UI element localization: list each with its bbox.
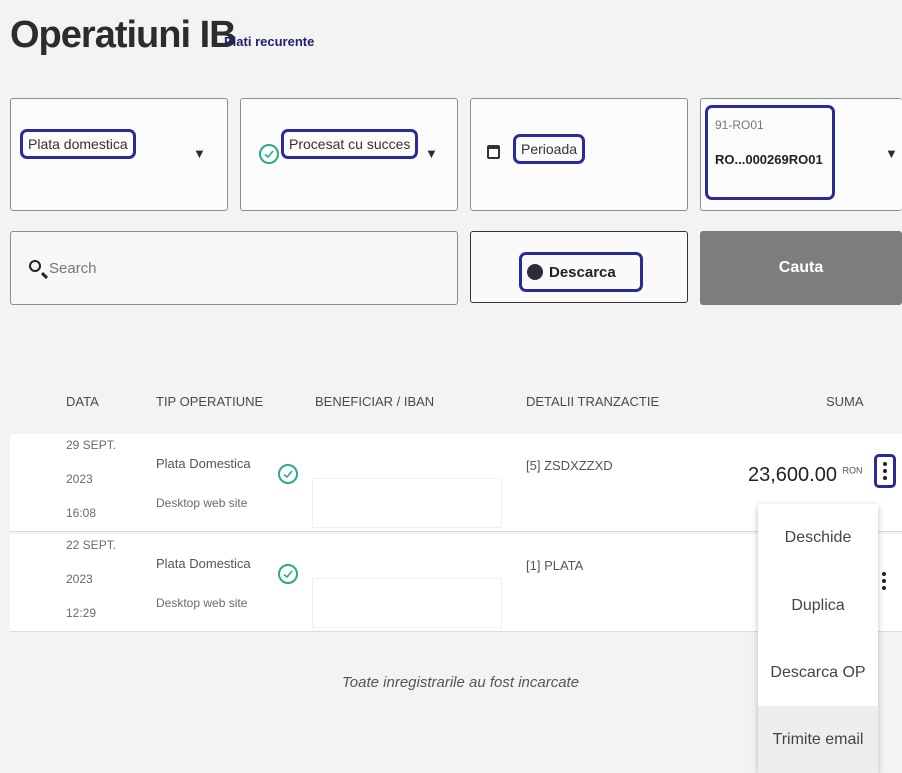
period-value: Perioada xyxy=(513,134,586,164)
download-highlight: Descarca xyxy=(519,252,643,292)
row-channel: Desktop web site xyxy=(156,496,248,510)
page-title: Operatiuni IB xyxy=(10,14,237,56)
amount-value: 23,600.00 xyxy=(748,464,837,486)
kebab-dot xyxy=(883,469,887,473)
calendar-icon xyxy=(487,145,500,159)
menu-item-download-op[interactable]: Descarca OP xyxy=(758,640,878,706)
chevron-down-icon: ▼ xyxy=(193,146,206,161)
column-header-beneficiary[interactable]: BENEFICIAR / IBAN xyxy=(315,394,434,409)
row-date: 22 SEPT. xyxy=(66,538,117,552)
row-type: Plata Domestica xyxy=(156,556,251,571)
period-picker[interactable]: Perioada xyxy=(470,98,688,211)
account-code: 91-RO01 xyxy=(715,118,764,132)
search-icon xyxy=(29,260,41,272)
row-details: [5] ZSDXZZXD xyxy=(526,458,613,473)
chevron-down-icon: ▼ xyxy=(885,146,898,161)
row-actions-button[interactable] xyxy=(882,572,886,590)
kebab-dot xyxy=(883,476,887,480)
row-year: 2023 xyxy=(66,572,93,586)
status-select[interactable]: Procesat cu succes ▼ xyxy=(240,98,458,211)
chevron-down-icon: ▼ xyxy=(425,146,438,161)
row-year: 2023 xyxy=(66,472,93,486)
search-icon-handle xyxy=(40,271,49,280)
account-highlight: 91-RO01 RO...000269RO01 xyxy=(705,105,835,200)
row-time: 16:08 xyxy=(66,506,97,520)
currency: RON xyxy=(842,465,863,476)
account-select[interactable]: 91-RO01 RO...000269RO01 ▼ xyxy=(700,98,902,211)
row-amount: 23,600.00 RON xyxy=(748,464,863,487)
row-details: [1] PLATA xyxy=(526,558,584,573)
success-check-icon xyxy=(278,464,298,484)
page-subtitle: Plati recurente xyxy=(224,34,315,49)
search-placeholder: Search xyxy=(49,260,97,277)
kebab-dot xyxy=(882,579,886,583)
row-date: 29 SEPT. xyxy=(66,438,117,452)
search-button[interactable]: Cauta xyxy=(700,231,902,305)
row-time: 12:29 xyxy=(66,606,97,620)
kebab-dot xyxy=(882,586,886,590)
menu-item-duplicate[interactable]: Duplica xyxy=(758,572,878,640)
all-records-loaded-note: Toate inregistrarile au fost incarcate xyxy=(342,674,580,691)
row-context-menu: Deschide Duplica Descarca OP Trimite ema… xyxy=(758,504,878,773)
menu-item-send-email[interactable]: Trimite email xyxy=(758,706,878,773)
operation-type-value: Plata domestica xyxy=(20,129,136,159)
kebab-icon xyxy=(882,572,886,576)
row-actions-button[interactable] xyxy=(874,454,896,488)
operation-type-select[interactable]: Plata domestica ▼ xyxy=(10,98,228,211)
column-header-date[interactable]: DATA xyxy=(66,394,99,409)
beneficiary-redacted xyxy=(312,478,502,528)
kebab-icon xyxy=(883,462,887,466)
column-header-amount[interactable]: SUMA xyxy=(826,394,864,409)
menu-item-open[interactable]: Deschide xyxy=(758,504,878,572)
account-iban: RO...000269RO01 xyxy=(715,152,823,167)
column-header-details[interactable]: DETALII TRANZACTIE xyxy=(526,394,659,409)
status-value: Procesat cu succes xyxy=(281,129,419,159)
row-type: Plata Domestica xyxy=(156,456,251,471)
download-icon xyxy=(527,264,543,280)
row-channel: Desktop web site xyxy=(156,596,248,610)
success-check-icon xyxy=(278,564,298,584)
download-button[interactable]: Descarca xyxy=(470,231,688,303)
check-circle-icon xyxy=(259,144,279,164)
download-label: Descarca xyxy=(549,263,616,281)
column-header-type[interactable]: TIP OPERATIUNE xyxy=(156,394,263,409)
search-input[interactable]: Search xyxy=(10,231,458,305)
beneficiary-redacted xyxy=(312,578,502,628)
